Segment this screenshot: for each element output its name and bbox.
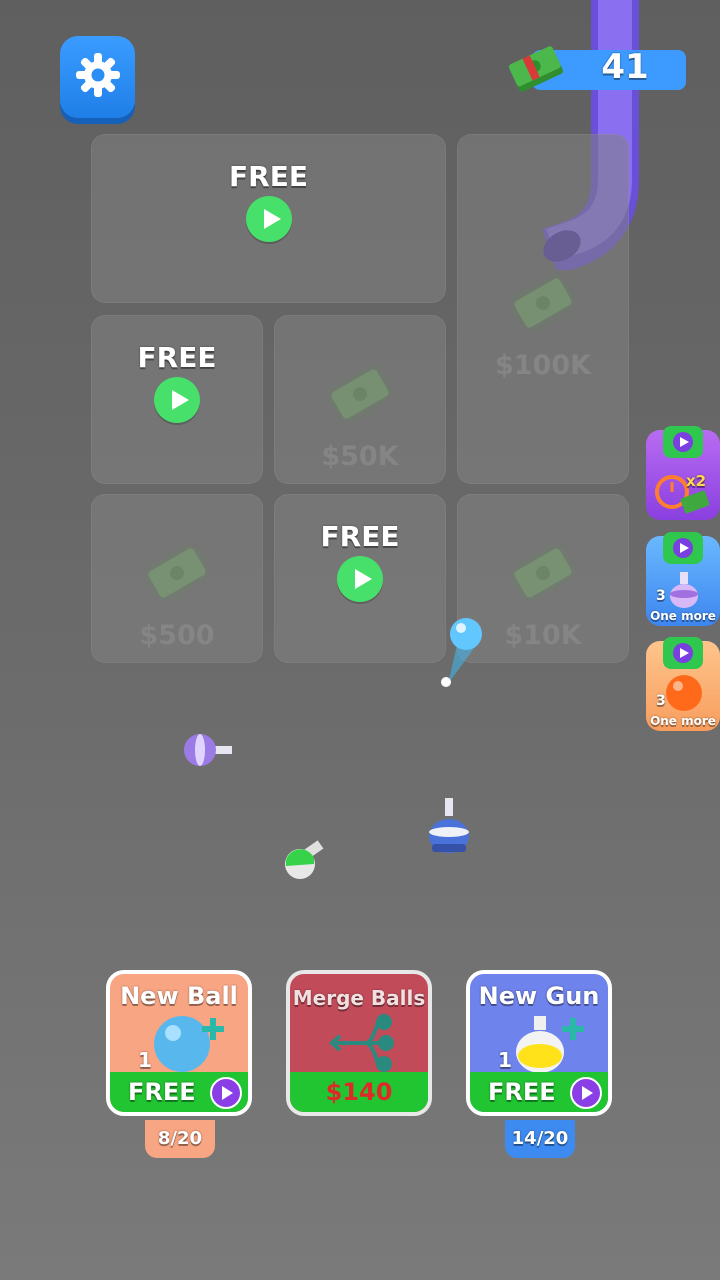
boost-label: One more xyxy=(650,714,716,728)
gun-turret-blue xyxy=(429,798,469,853)
card-title: New Ball xyxy=(120,982,238,1010)
boost-label: One more xyxy=(650,609,716,623)
card-count: 1 xyxy=(498,1048,512,1072)
merge-price: $140 xyxy=(325,1078,393,1106)
money-value: 41 xyxy=(601,47,649,87)
gun-icon xyxy=(670,572,698,608)
slot-price: $100K xyxy=(494,350,592,381)
free-button[interactable]: FREE xyxy=(470,1072,608,1112)
ball-projectile xyxy=(441,618,482,687)
new-gun-card[interactable]: New Gun 1 FREE xyxy=(466,970,612,1116)
card-title: New Gun xyxy=(478,982,600,1010)
cash-icon xyxy=(146,547,208,599)
free-label: FREE xyxy=(488,1078,556,1106)
play-video-icon xyxy=(210,1077,242,1109)
new-ball-progress: 8/20 xyxy=(145,1120,215,1158)
play-video-icon xyxy=(663,426,703,458)
card-count: 1 xyxy=(138,1048,152,1072)
boost-income-x2[interactable]: x2 xyxy=(646,426,720,520)
slot-locked-100k[interactable]: $100K xyxy=(457,134,629,484)
free-label: FREE xyxy=(128,1078,196,1106)
new-gun-progress: 14/20 xyxy=(505,1120,575,1158)
slot-free-1[interactable]: FREE xyxy=(91,134,446,303)
slot-price: $500 xyxy=(139,620,215,651)
gear-icon xyxy=(76,53,120,97)
settings-button[interactable] xyxy=(60,36,135,118)
play-video-icon[interactable] xyxy=(337,556,383,602)
play-video-icon xyxy=(570,1077,602,1109)
play-video-icon[interactable] xyxy=(154,377,200,423)
cash-icon xyxy=(512,277,574,329)
slot-free-3[interactable]: FREE xyxy=(274,494,446,663)
slot-locked-50k[interactable]: $50K xyxy=(274,315,446,484)
cash-icon xyxy=(508,46,564,92)
cash-icon xyxy=(512,547,574,599)
gun-icon xyxy=(516,1016,584,1073)
boost-multiplier: x2 xyxy=(686,472,707,490)
cash-icon xyxy=(329,368,391,420)
ball-icon xyxy=(154,1016,224,1072)
merge-buy-button[interactable]: $140 xyxy=(290,1072,428,1112)
gun-turret-green xyxy=(285,840,324,879)
card-title: Merge Balls xyxy=(292,986,426,1010)
ball-icon xyxy=(666,675,702,711)
boost-extra-gun[interactable]: 3 One more xyxy=(646,532,720,626)
free-label: FREE xyxy=(229,160,308,193)
free-label: FREE xyxy=(137,341,217,374)
play-video-icon xyxy=(663,532,703,564)
boost-count: 3 xyxy=(656,588,666,604)
merge-icon xyxy=(328,1014,394,1072)
free-label: FREE xyxy=(320,520,400,553)
slot-locked-500[interactable]: $500 xyxy=(91,494,263,663)
play-video-icon xyxy=(663,637,703,669)
gun-turret-purple xyxy=(184,734,232,766)
slot-free-2[interactable]: FREE xyxy=(91,315,263,484)
merge-balls-card[interactable]: Merge Balls $140 xyxy=(286,970,432,1116)
boost-extra-ball[interactable]: 3 One more xyxy=(646,637,720,731)
play-video-icon[interactable] xyxy=(246,196,292,242)
slot-price: $50K xyxy=(321,441,399,472)
boost-count: 3 xyxy=(656,693,666,709)
new-ball-card[interactable]: New Ball 1 FREE xyxy=(106,970,252,1116)
free-button[interactable]: FREE xyxy=(110,1072,248,1112)
